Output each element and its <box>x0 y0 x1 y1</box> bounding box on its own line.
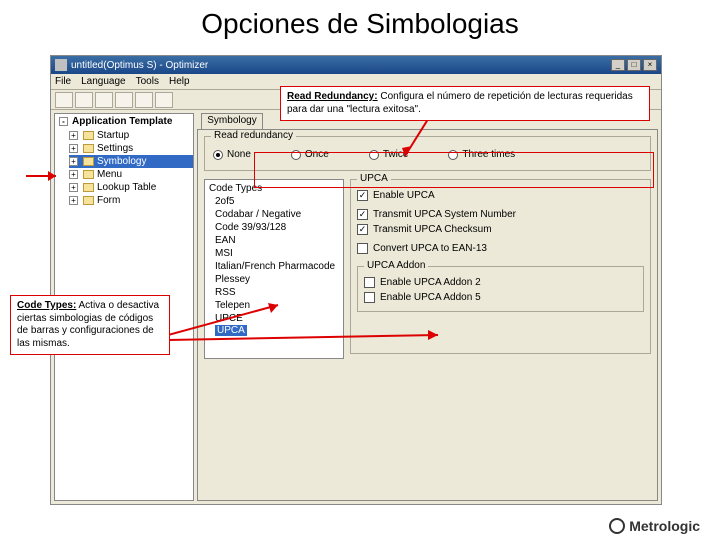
arrow-icon <box>168 330 448 350</box>
minimize-button[interactable]: _ <box>611 59 625 71</box>
titlebar: untitled(Optimus S) - Optimizer _ □ × <box>51 56 661 74</box>
toolbar-button[interactable] <box>115 92 133 108</box>
arrow-icon <box>400 116 460 166</box>
menu-help[interactable]: Help <box>169 76 190 87</box>
code-item[interactable]: 2of5 <box>215 195 341 208</box>
tree-item-settings[interactable]: +Settings <box>69 142 193 155</box>
tab-symbology[interactable]: Symbology <box>201 113 263 129</box>
check-transmit-sysnum[interactable]: Transmit UPCA System Number <box>357 207 644 222</box>
tree-item-lookup[interactable]: +Lookup Table <box>69 181 193 194</box>
callout-read-redundancy: Read Redundancy: Configura el número de … <box>280 86 650 121</box>
check-enable-upca[interactable]: Enable UPCA <box>357 188 644 203</box>
close-button[interactable]: × <box>643 59 657 71</box>
app-window: untitled(Optimus S) - Optimizer _ □ × Fi… <box>50 55 662 505</box>
tree-root-label: Application Template <box>72 116 172 127</box>
toolbar-button[interactable] <box>155 92 173 108</box>
tree-item-startup[interactable]: +Startup <box>69 129 193 142</box>
maximize-button[interactable]: □ <box>627 59 641 71</box>
group-title: UPCA Addon <box>364 260 428 271</box>
toolbar-button[interactable] <box>55 92 73 108</box>
code-item[interactable]: Italian/French Pharmacode <box>215 260 341 273</box>
check-addon5[interactable]: Enable UPCA Addon 5 <box>364 290 637 305</box>
app-icon <box>55 59 67 71</box>
tree-item-form[interactable]: +Form <box>69 194 193 207</box>
slide-title: Opciones de Simbologias <box>0 0 720 44</box>
code-item[interactable]: RSS <box>215 286 341 299</box>
code-item[interactable]: Plessey <box>215 273 341 286</box>
check-convert-ean13[interactable]: Convert UPCA to EAN-13 <box>357 241 644 256</box>
radio-none[interactable]: None <box>213 149 251 160</box>
window-title: untitled(Optimus S) - Optimizer <box>71 60 208 71</box>
group-upca: UPCA Enable UPCA Transmit UPCA System Nu… <box>350 179 651 354</box>
callout-code-types: Code Types: Activa o desactiva ciertas s… <box>10 295 170 355</box>
toolbar-button[interactable] <box>135 92 153 108</box>
group-title: Read redundancy <box>211 130 296 141</box>
menu-tools[interactable]: Tools <box>136 76 159 87</box>
tree-item-symbology[interactable]: +Symbology <box>69 155 193 168</box>
toolbar-button[interactable] <box>75 92 93 108</box>
check-transmit-checksum[interactable]: Transmit UPCA Checksum <box>357 222 644 237</box>
menu-language[interactable]: Language <box>81 76 126 87</box>
check-addon2[interactable]: Enable UPCA Addon 2 <box>364 275 637 290</box>
code-item[interactable]: Code 39/93/128 <box>215 221 341 234</box>
group-upca-addon: UPCA Addon Enable UPCA Addon 2 Enable UP… <box>357 266 644 312</box>
code-item[interactable]: MSI <box>215 247 341 260</box>
menu-file[interactable]: File <box>55 76 71 87</box>
toolbar-button[interactable] <box>95 92 113 108</box>
brand-footer: Metrologic <box>609 518 700 534</box>
code-item[interactable]: Codabar / Negative <box>215 208 341 221</box>
arrow-icon <box>26 168 66 184</box>
tree-item-menu[interactable]: +Menu <box>69 168 193 181</box>
brand-logo-icon <box>609 518 625 534</box>
code-item[interactable]: EAN <box>215 234 341 247</box>
brand-name: Metrologic <box>629 518 700 534</box>
